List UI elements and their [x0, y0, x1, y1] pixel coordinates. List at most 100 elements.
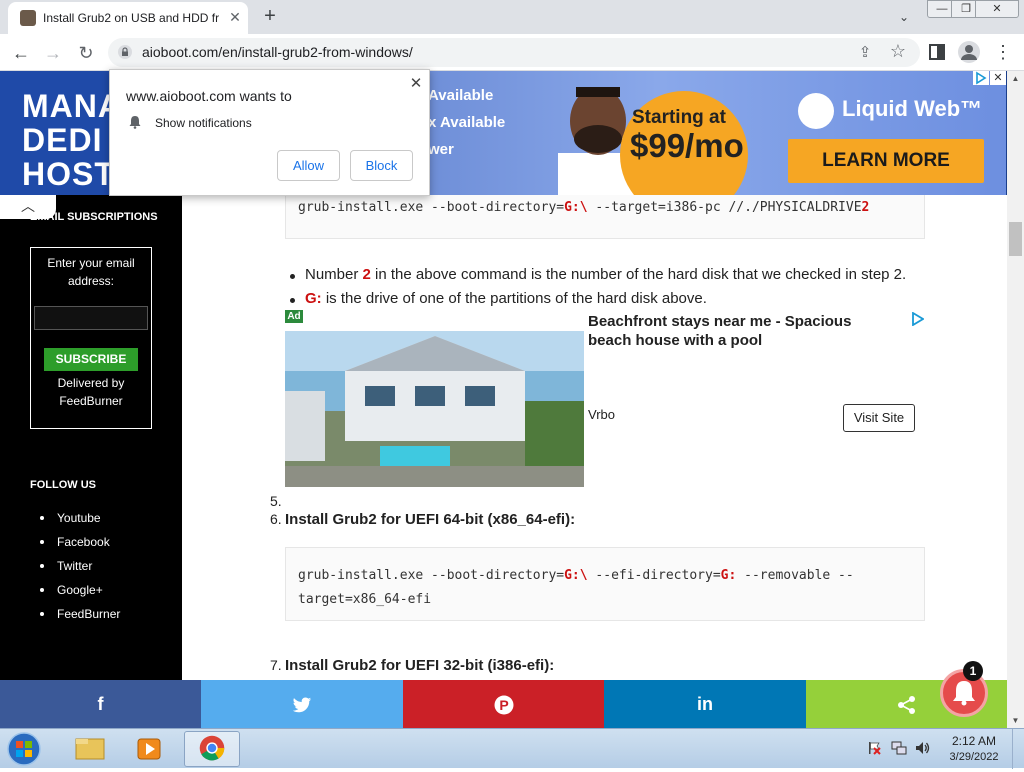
allow-button[interactable]: Allow: [277, 150, 340, 181]
banner-available-text: x Available: [428, 114, 506, 131]
social-link-twitter[interactable]: Twitter: [40, 559, 120, 583]
list-item: G: is the drive of one of the partitions…: [290, 290, 930, 314]
banner-adchoices-icon[interactable]: [973, 71, 989, 85]
code-text: --efi-directory=: [587, 568, 721, 583]
side-panel-icon[interactable]: [927, 42, 947, 62]
price-label: Starting at: [632, 107, 726, 128]
tab-active[interactable]: Install Grub2 on USB and HDD fr ✕: [8, 2, 248, 34]
social-links-list: Youtube Facebook Twitter Google+ FeedBur…: [40, 511, 120, 631]
bullet-highlight: 2: [362, 266, 371, 283]
banner-power-text: wer: [428, 141, 454, 158]
clock-date[interactable]: 3/29/2022: [944, 751, 1004, 763]
reload-icon[interactable]: ↻: [73, 40, 99, 66]
list-item: Number 2 in the above command is the num…: [290, 266, 930, 290]
main-content: grub-install.exe --boot-directory=G:\ --…: [270, 187, 930, 728]
bullet-highlight: G:: [305, 290, 322, 307]
code-drive: G:\: [564, 200, 588, 215]
code-text: grub-install.exe --boot-directory=: [298, 568, 565, 583]
social-link-facebook[interactable]: Facebook: [40, 535, 120, 559]
email-prompt-label: Enter your email address:: [47, 256, 135, 288]
bullet-text: in the above command is the number of th…: [370, 266, 907, 283]
feedburner-link[interactable]: FeedBurner: [59, 394, 122, 408]
notification-permission-popup: www.aioboot.com wants to ✕ Show notifica…: [109, 69, 430, 196]
taskbar-media-player-icon[interactable]: [122, 731, 178, 767]
follow-us-heading: FOLLOW US: [30, 479, 96, 491]
code-disk-number: 2: [861, 200, 870, 215]
share-page-icon[interactable]: ⇪: [855, 43, 875, 63]
banner-close-icon[interactable]: ✕: [990, 71, 1006, 85]
price-value: $99/mo: [630, 127, 744, 164]
tab-title: Install Grub2 on USB and HDD fr: [43, 11, 220, 25]
bullet-text: Number: [305, 266, 363, 283]
social-share-bar: f P in: [0, 680, 1007, 728]
step-number: 7.: [270, 657, 282, 673]
email-field[interactable]: [34, 306, 148, 330]
notification-count-badge: 1: [963, 661, 983, 681]
visit-site-button[interactable]: Visit Site: [843, 404, 915, 432]
code-text: grub-install.exe --boot-directory=: [298, 200, 565, 215]
new-tab-icon[interactable]: +: [258, 5, 282, 29]
popup-close-icon[interactable]: ✕: [406, 74, 426, 94]
lock-icon[interactable]: [118, 45, 132, 59]
liquid-web-logo-icon: [798, 93, 834, 129]
svg-text:P: P: [499, 697, 508, 713]
share-linkedin-icon[interactable]: in: [604, 680, 806, 728]
popup-title: www.aioboot.com wants to: [126, 88, 292, 104]
banner-main-panel: Available x Available wer Starting at $9…: [428, 71, 1006, 195]
windows-start-icon[interactable]: [4, 731, 44, 767]
scroll-up-arrow-icon[interactable]: ▲: [1007, 71, 1024, 86]
block-button[interactable]: Block: [350, 150, 413, 181]
popup-permission-text: Show notifications: [155, 116, 252, 130]
learn-more-button[interactable]: LEARN MORE: [788, 139, 984, 183]
ad-beach-house-image[interactable]: [285, 331, 584, 487]
back-arrow-icon[interactable]: ←: [8, 40, 34, 66]
forward-arrow-icon[interactable]: →: [40, 40, 66, 66]
price-circle: Starting at $99/mo: [620, 91, 748, 195]
windows-taskbar: 2:12 AM 3/29/2022: [0, 728, 1024, 769]
code-text: target=x86_64-efi: [298, 592, 432, 607]
network-icon[interactable]: [891, 741, 907, 755]
ad-badge: Ad: [285, 310, 303, 323]
share-facebook-icon[interactable]: f: [0, 680, 201, 728]
subscribe-button[interactable]: SUBSCRIBE: [44, 348, 138, 371]
liquid-web-logo-text: Liquid Web™: [842, 96, 983, 121]
bullet-text: is the drive of one of the partitions of…: [321, 290, 707, 307]
show-desktop-button[interactable]: [1012, 729, 1024, 769]
code-text: --target=i386-pc //./PHYSICALDRIVE: [587, 200, 862, 215]
tab-search-chevron-icon[interactable]: ⌄: [893, 6, 915, 28]
social-link-feedburner[interactable]: FeedBurner: [40, 607, 120, 631]
window-close-button[interactable]: ✕: [975, 0, 1019, 18]
kebab-menu-icon[interactable]: ⋮: [994, 41, 1012, 63]
share-pinterest-icon[interactable]: P: [403, 680, 604, 728]
code-text: --removable --: [736, 568, 854, 583]
site-favicon-icon: [20, 10, 36, 26]
scroll-thumb[interactable]: [1009, 222, 1022, 256]
ad-title-link[interactable]: Beachfront stays near me - Spacious beac…: [588, 312, 898, 350]
taskbar-chrome-icon[interactable]: [184, 731, 240, 767]
social-link-googleplus[interactable]: Google+: [40, 583, 120, 607]
profile-avatar-icon[interactable]: [958, 41, 980, 63]
volume-icon[interactable]: [914, 741, 930, 755]
step-6-heading: 6. Install Grub2 for UEFI 64-bit (x86_64-…: [270, 511, 575, 528]
clock-time[interactable]: 2:12 AM: [944, 734, 1004, 748]
liquid-web-logo: Liquid Web™: [798, 89, 982, 129]
bookmark-star-icon[interactable]: ☆: [888, 41, 908, 63]
tab-close-icon[interactable]: ✕: [226, 8, 244, 26]
page-scrollbar[interactable]: ▲ ▼: [1007, 71, 1024, 728]
address-bar[interactable]: aioboot.com/en/install-grub2-from-window…: [108, 38, 920, 67]
taskbar-file-explorer-icon[interactable]: [62, 731, 118, 767]
step-7-heading: 7. Install Grub2 for UEFI 32-bit (i386-ef…: [270, 657, 554, 674]
adchoices-icon[interactable]: [910, 312, 924, 326]
social-link-youtube[interactable]: Youtube: [40, 511, 120, 535]
bell-icon: [129, 116, 141, 129]
subscribe-box: Enter your email address: SUBSCRIBE Deli…: [30, 247, 152, 429]
browser-toolbar: ← → ↻ aioboot.com/en/install-grub2-from-…: [0, 34, 1024, 71]
share-twitter-icon[interactable]: [201, 680, 403, 728]
url-text[interactable]: aioboot.com/en/install-grub2-from-window…: [142, 44, 413, 60]
email-subscriptions-heading: EMAIL SUBSCRIPTIONS: [30, 211, 158, 223]
banner-available-text: Available: [428, 87, 494, 104]
banner-left-panel: MANAG DEDI HOST: [0, 71, 147, 195]
action-center-flag-icon[interactable]: [867, 741, 881, 755]
scroll-down-arrow-icon[interactable]: ▼: [1007, 713, 1024, 728]
code-drive: G:\: [564, 568, 588, 583]
